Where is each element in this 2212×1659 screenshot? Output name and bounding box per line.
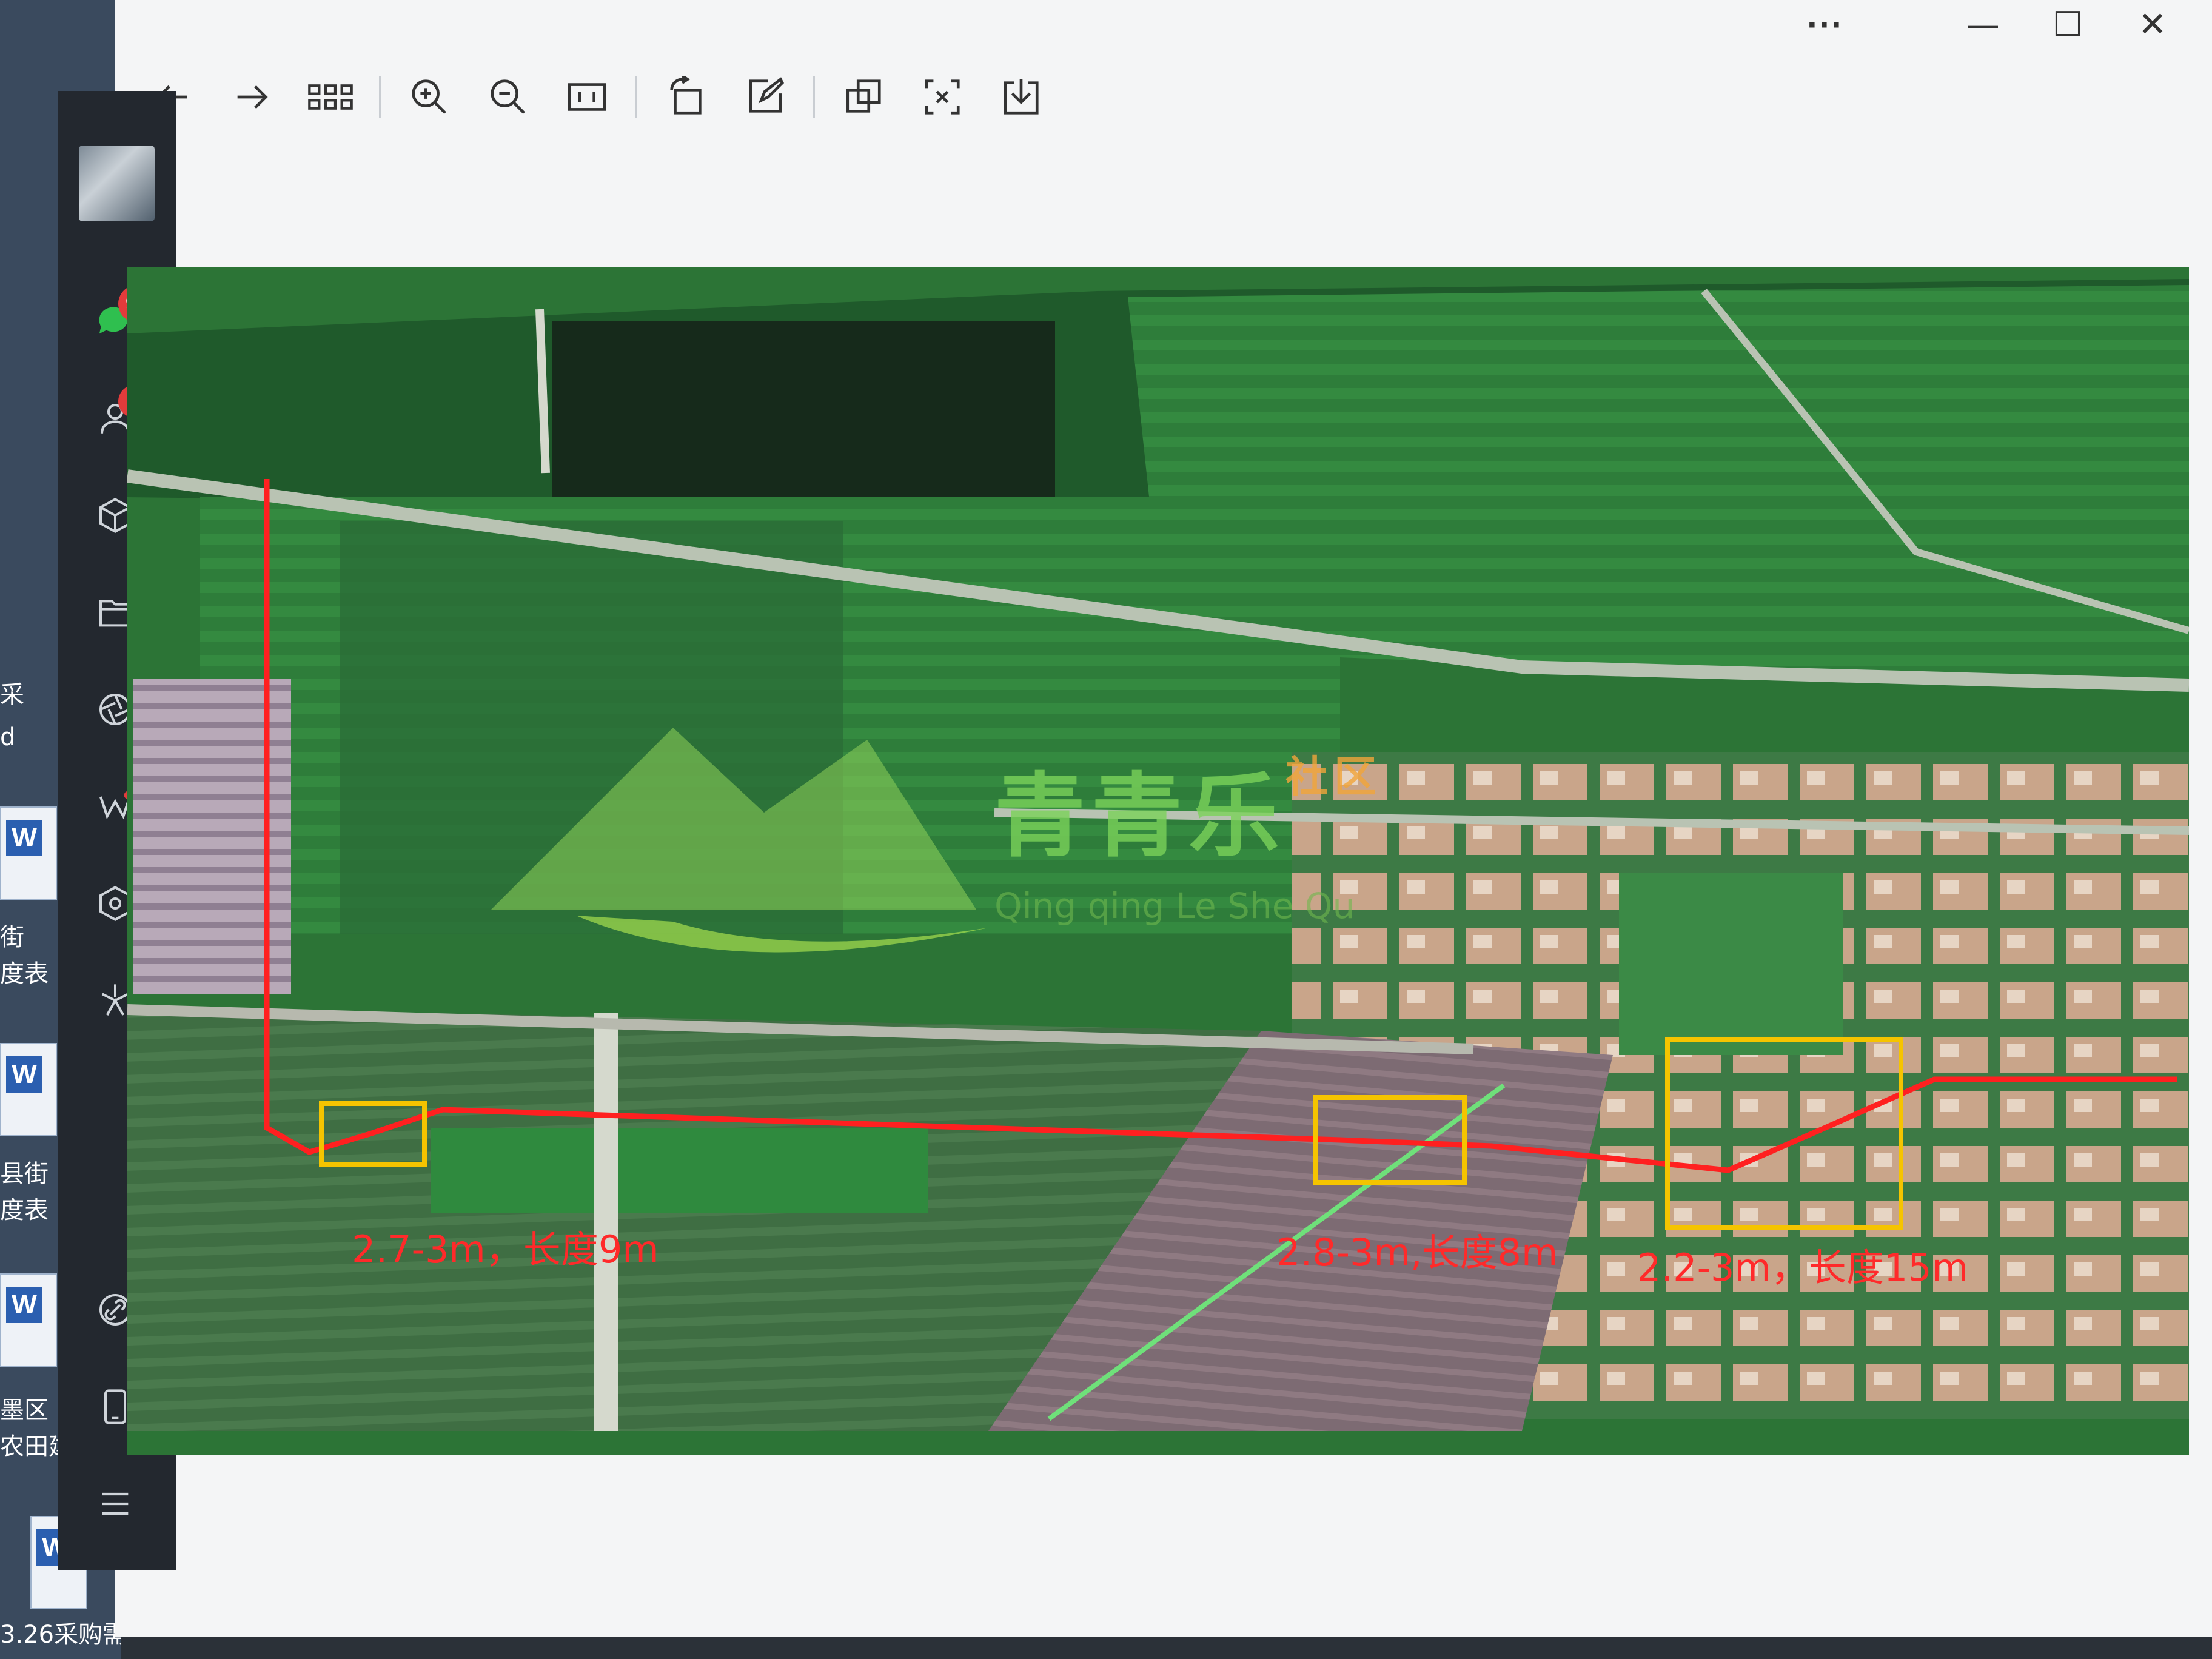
grid-icon (308, 84, 353, 110)
desktop-file-icon[interactable]: W (0, 1043, 57, 1136)
download-icon (1004, 79, 1039, 115)
desktop-label: 3.26采购需求 (0, 1621, 121, 1649)
more-button[interactable]: ··· (1789, 0, 1862, 49)
toolbar-divider (379, 76, 381, 118)
toolbar-divider (813, 76, 815, 118)
desktop-file-icon[interactable]: W (0, 1273, 57, 1367)
close-button[interactable]: ✕ (2116, 0, 2189, 49)
minimize-button[interactable]: — (1946, 0, 2019, 49)
rotate-button[interactable] (646, 61, 725, 133)
zoom-out-button[interactable] (469, 61, 548, 133)
text-recognition-icon (925, 79, 960, 115)
watermark-small: 社区 (1285, 752, 1383, 802)
watermark-main: 青青乐 (994, 764, 1286, 870)
titlebar: ··· — ☐ ✕ (115, 0, 2212, 55)
ocr-button[interactable] (903, 61, 982, 133)
zoom-in-icon (412, 79, 446, 114)
actual-size-button[interactable] (548, 61, 626, 133)
zoom-out-icon (491, 79, 525, 114)
avatar[interactable] (79, 146, 155, 221)
forward-button[interactable] (212, 61, 291, 133)
menu-icon (102, 1492, 129, 1515)
annotation-label: 2.7-3m，长度9m (352, 1227, 659, 1272)
annotation-label: 2.8-3m,长度8m (1276, 1230, 1558, 1275)
edit-button[interactable] (725, 61, 804, 133)
watermark-text: 青青乐社区 (994, 743, 1382, 874)
desktop-file-icon[interactable]: W (0, 806, 57, 900)
copy-button[interactable] (824, 61, 903, 133)
thumbnails-button[interactable] (291, 61, 370, 133)
save-button[interactable] (982, 61, 1061, 133)
annotation-label: 2.2-3m，长度15m (1637, 1245, 1969, 1290)
settings-menu-button[interactable] (85, 1473, 146, 1534)
rotate-icon (670, 76, 702, 115)
zoom-in-button[interactable] (390, 61, 469, 133)
toolbar-divider (635, 76, 637, 118)
viewer-toolbar (133, 55, 1061, 139)
maximize-button[interactable]: ☐ (2031, 0, 2104, 49)
copy-icon (846, 79, 881, 113)
arrow-right-icon (237, 85, 268, 109)
actual-size-icon (568, 83, 606, 111)
edit-icon (749, 77, 785, 113)
watermark-subtext: Qing qing Le She Qu (994, 885, 1355, 927)
